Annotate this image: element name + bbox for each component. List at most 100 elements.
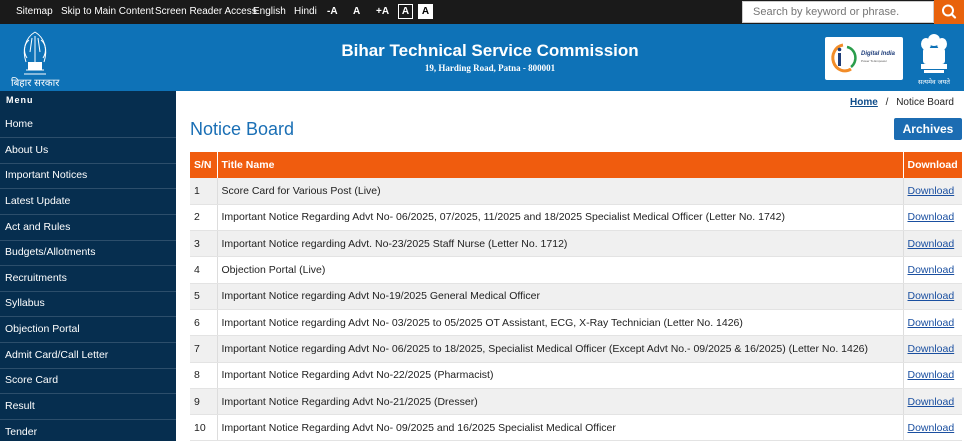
column-header-sn: S/N xyxy=(190,152,218,178)
sidebar-item-budgets[interactable]: Budgets/Allotments xyxy=(0,240,176,266)
digital-india-logo[interactable]: Digital India Power To Empower xyxy=(825,37,903,80)
row-title: Important Notice regarding Advt No- 06/2… xyxy=(217,335,904,363)
font-increase-button[interactable]: +A xyxy=(376,0,389,24)
sidebar-item-admit-card[interactable]: Admit Card/Call Letter xyxy=(0,343,176,369)
contrast-light-button[interactable]: A xyxy=(418,4,433,19)
row-serial-text: 5 xyxy=(194,290,200,303)
sidebar-item-result[interactable]: Result xyxy=(0,394,176,420)
english-link[interactable]: English xyxy=(253,0,286,24)
menu-heading: Menu xyxy=(6,95,34,105)
sitemap-link[interactable]: Sitemap xyxy=(16,0,53,24)
row-download: Download xyxy=(903,414,962,441)
row-title-text: Important Notice Regarding Advt No- 09/2… xyxy=(221,421,616,434)
digital-india-text: Digital India xyxy=(861,51,896,57)
row-title: Important Notice regarding Advt No-19/20… xyxy=(217,283,904,310)
contrast-dark-button[interactable]: A xyxy=(398,4,413,19)
breadcrumb-current: Notice Board xyxy=(896,97,954,108)
row-serial: 4 xyxy=(190,256,218,284)
breadcrumb-separator: / xyxy=(885,97,889,108)
table-row: 9 Important Notice Regarding Advt No-21/2… xyxy=(190,388,962,416)
notice-table: S/N Title Name Download 1 Score Card for … xyxy=(190,152,962,441)
sidebar-menu: Menu Home About Us Important Notices Lat… xyxy=(0,91,176,441)
sidebar-item-about-us[interactable]: About Us xyxy=(0,138,176,164)
row-download: Download xyxy=(903,335,962,363)
archives-button[interactable]: Archives xyxy=(894,118,962,140)
font-decrease-button[interactable]: -A xyxy=(327,0,338,24)
sidebar-item-important-notices[interactable]: Important Notices xyxy=(0,163,176,189)
table-row: 2 Important Notice Regarding Advt No- 06/… xyxy=(190,204,962,232)
search-input[interactable] xyxy=(742,1,934,23)
sidebar-item-tender[interactable]: Tender xyxy=(0,420,176,441)
search-icon xyxy=(942,4,957,19)
sidebar-item-objection-portal[interactable]: Objection Portal xyxy=(0,317,176,343)
row-download: Download xyxy=(903,256,962,284)
row-serial-text: 1 xyxy=(194,184,200,197)
row-download-text[interactable]: Download xyxy=(908,185,955,197)
table-row: 1 Score Card for Various Post (Live) Downl… xyxy=(190,178,962,205)
row-download-text[interactable]: Download xyxy=(908,343,955,355)
sidebar-item-recruitments[interactable]: Recruitments xyxy=(0,266,176,292)
row-title: Score Card for Various Post (Live) xyxy=(217,178,904,205)
row-download: Download xyxy=(903,283,962,310)
row-serial-text: 4 xyxy=(194,264,200,277)
row-title-text: Important Notice regarding Advt No- 03/2… xyxy=(221,316,743,329)
row-serial: 1 xyxy=(190,178,218,205)
row-title: Objection Portal (Live) xyxy=(217,256,904,284)
row-serial: 9 xyxy=(190,388,218,416)
screen-reader-link[interactable]: Screen Reader Access xyxy=(155,0,257,24)
row-serial: 2 xyxy=(190,204,218,232)
row-title-text: Important Notice Regarding Advt No-21/20… xyxy=(221,395,478,408)
digital-india-tagline: Power To Empower xyxy=(861,59,887,63)
hindi-link[interactable]: Hindi xyxy=(294,0,317,24)
row-serial: 7 xyxy=(190,335,218,363)
sidebar-item-latest-update[interactable]: Latest Update xyxy=(0,189,176,215)
column-header-title: Title Name xyxy=(217,152,904,178)
row-title-text: Score Card for Various Post (Live) xyxy=(221,184,381,197)
row-serial: 3 xyxy=(190,230,218,258)
row-serial-text: 7 xyxy=(194,342,200,355)
row-serial-text: 2 xyxy=(194,211,200,224)
search-button[interactable] xyxy=(934,0,964,24)
row-title: Important Notice Regarding Advt No- 09/2… xyxy=(217,414,904,441)
row-title: Important Notice Regarding Advt No-22/20… xyxy=(217,362,904,389)
row-download-text[interactable]: Download xyxy=(908,369,955,381)
row-title-text: Important Notice regarding Advt No-19/20… xyxy=(221,290,540,303)
row-download: Download xyxy=(903,388,962,416)
row-title-text: Important Notice Regarding Advt No-22/20… xyxy=(221,369,494,382)
table-row: 8 Important Notice Regarding Advt No-22/2… xyxy=(190,362,962,389)
top-utility-bar: Sitemap Skip to Main Content Screen Read… xyxy=(0,0,964,24)
site-header: बिहार सरकार Bihar Technical Service Comm… xyxy=(0,24,964,91)
page-title: Notice Board xyxy=(190,119,295,139)
sidebar-item-score-card[interactable]: Score Card xyxy=(0,368,176,394)
row-download-text[interactable]: Download xyxy=(908,317,955,329)
row-download-text[interactable]: Download xyxy=(908,211,955,223)
skip-to-main-link[interactable]: Skip to Main Content xyxy=(61,0,154,24)
row-download: Download xyxy=(903,309,962,337)
sidebar-item-syllabus[interactable]: Syllabus xyxy=(0,291,176,317)
row-download-text[interactable]: Download xyxy=(908,264,955,276)
national-emblem-icon[interactable]: सत्यमेव जयते xyxy=(916,28,952,88)
row-title: Important Notice regarding Advt. No-23/2… xyxy=(217,230,904,258)
table-row: 3 Important Notice regarding Advt. No-23/… xyxy=(190,230,962,258)
column-header-download: Download xyxy=(903,152,962,178)
emblem-motto: सत्यमेव जयते xyxy=(918,78,950,86)
breadcrumb-home-link[interactable]: Home xyxy=(850,97,878,108)
sidebar-item-home[interactable]: Home xyxy=(0,112,176,138)
row-serial-text: 6 xyxy=(194,316,200,329)
row-serial: 6 xyxy=(190,309,218,337)
table-row: 4 Objection Portal (Live) Download xyxy=(190,256,962,284)
table-row: 5 Important Notice regarding Advt No-19/2… xyxy=(190,283,962,310)
row-serial-text: 10 xyxy=(194,421,206,434)
sidebar-item-act-and-rules[interactable]: Act and Rules xyxy=(0,215,176,241)
breadcrumb: Home / Notice Board xyxy=(850,97,954,108)
row-download-text[interactable]: Download xyxy=(908,396,955,408)
row-download-text[interactable]: Download xyxy=(908,290,955,302)
row-serial-text: 9 xyxy=(194,395,200,408)
table-row: 6 Important Notice regarding Advt No- 03/… xyxy=(190,309,962,337)
row-title-text: Important Notice regarding Advt No- 06/2… xyxy=(221,342,869,355)
row-download-text[interactable]: Download xyxy=(908,422,955,434)
row-download-text[interactable]: Download xyxy=(908,238,955,250)
row-serial-text: 3 xyxy=(194,237,200,250)
font-normal-button[interactable]: A xyxy=(353,0,360,24)
table-row: 7 Important Notice regarding Advt No- 06/… xyxy=(190,335,962,363)
